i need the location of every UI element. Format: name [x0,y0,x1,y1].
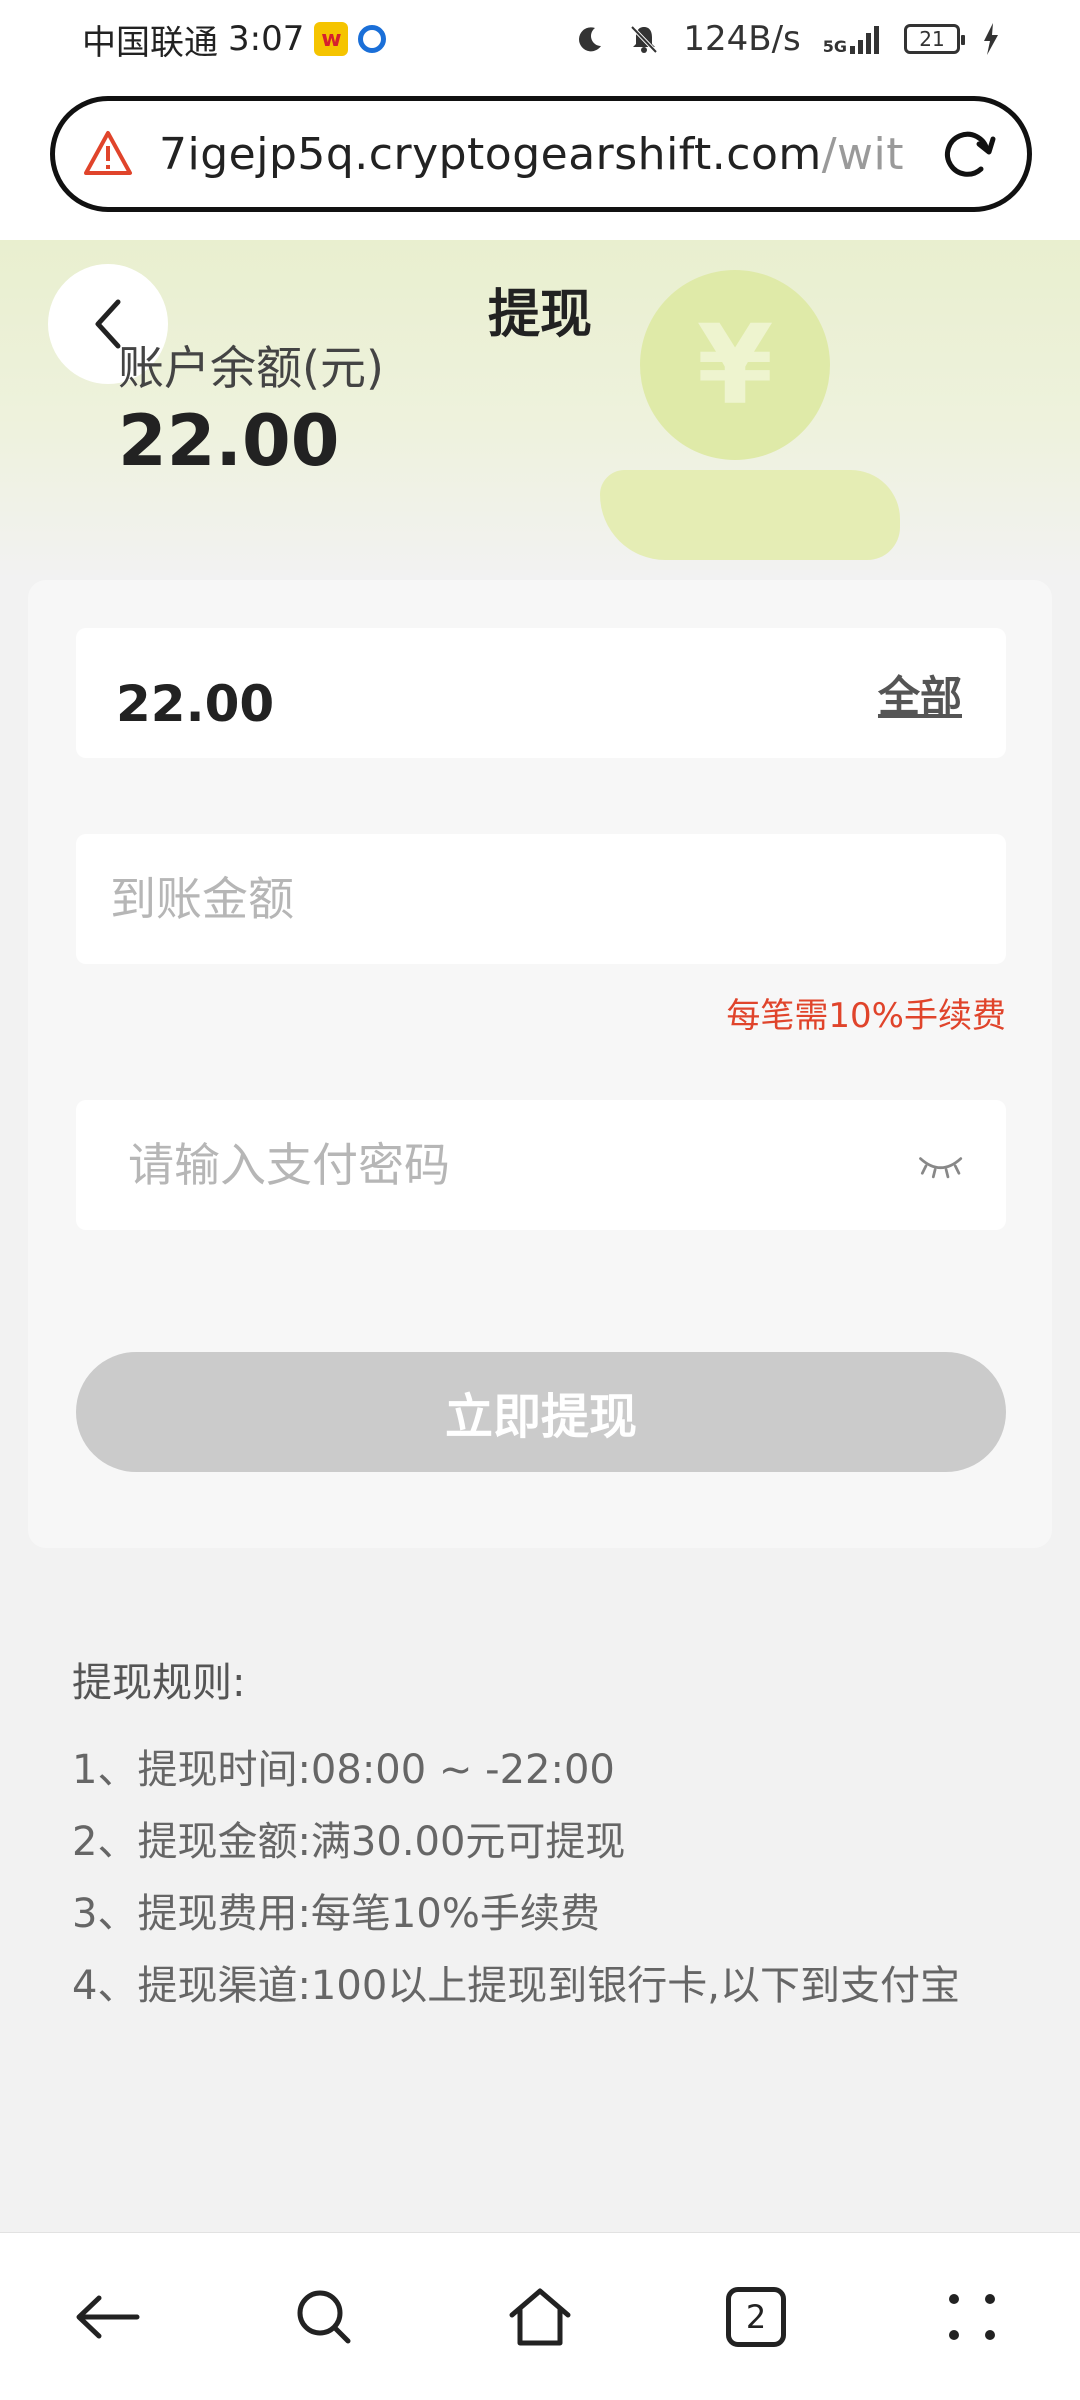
status-bar: 中国联通 3:07 w 124B/s 5G 21 [0,0,1080,78]
carrier-name: 中国联通 [82,22,218,63]
fee-note: 每笔需10%手续费 [726,996,1006,1036]
nav-menu-button[interactable] [917,2262,1027,2372]
hand-illustration [600,470,900,560]
tabs-icon: 2 [726,2286,786,2347]
nav-search-button[interactable] [269,2262,379,2372]
nav-tabs-button[interactable]: 2 [701,2262,811,2372]
charging-icon [984,23,998,55]
clock: 3:07 [228,19,305,59]
rule-item: 3、提现费用:每笔10%手续费 [72,1891,600,1937]
rule-item: 2、提现金额:满30.00元可提现 [72,1819,626,1865]
weibo-app-icon: w [314,22,349,56]
arrival-amount-input[interactable] [108,871,974,927]
browser-bottom-nav: 2 [0,2232,1080,2400]
moon-icon [579,27,602,52]
status-right: 124B/s 5G 21 [575,19,1000,59]
balance-header: ¥ 提现 账户余额(元) 22.00 [0,240,1080,580]
tab-count: 2 [745,2297,767,2336]
address-bar[interactable]: 7igejp5q.cryptogearshift.com/wit [50,96,1032,212]
status-left: 中国联通 3:07 w [82,15,387,64]
withdraw-all-link[interactable]: 全部 [878,663,962,724]
rules-title: 提现规则: [72,1660,246,1706]
withdraw-submit-button[interactable]: 立即提现 [76,1352,1006,1472]
url-text[interactable]: 7igejp5q.cryptogearshift.com/wit [159,129,915,180]
mute-bell-icon [630,25,658,54]
rule-item: 1、提现时间:08:00 ~ -22:00 [72,1747,615,1793]
url-path: /wit [821,128,905,180]
signal-bars-icon [850,26,879,54]
browser-toolbar: 7igejp5q.cryptogearshift.com/wit [0,78,1080,240]
withdraw-amount-value[interactable]: 22.00 [116,653,274,733]
signal-5g-icon: 5G [822,24,882,56]
withdraw-form-card: 22.00 全部 每笔需10%手续费 立即提现 [28,580,1052,1548]
reload-icon[interactable] [935,122,999,186]
url-domain: 7igejp5q.cryptogearshift.com [159,128,822,180]
pay-password-input[interactable] [126,1137,895,1193]
nav-home-button[interactable] [485,2262,595,2372]
balance-value: 22.00 [118,400,340,482]
app-notification-icon [358,25,387,53]
arrival-amount-field[interactable] [76,834,1006,964]
balance-label: 账户余额(元) [118,341,384,395]
menu-dots-icon [949,2293,995,2340]
warning-icon[interactable] [83,129,133,179]
search-icon [297,2290,351,2343]
pay-password-field[interactable] [76,1100,1006,1230]
withdraw-rules: 提现规则: 1、提现时间:08:00 ~ -22:00 2、提现金额:满30.0… [72,1650,1032,2022]
battery-level: 21 [919,27,945,51]
withdraw-amount-field[interactable]: 22.00 全部 [76,628,1006,758]
eye-closed-icon[interactable] [915,1150,966,1180]
arrow-left-icon [76,2295,140,2338]
nav-back-button[interactable] [53,2262,163,2372]
rule-item: 4、提现渠道:100以上提现到银行卡,以下到支付宝 [72,1963,960,2009]
battery-icon: 21 [904,24,965,54]
net-speed: 124B/s [683,19,801,59]
home-icon [509,2288,571,2345]
network-type: 5G [822,37,847,56]
